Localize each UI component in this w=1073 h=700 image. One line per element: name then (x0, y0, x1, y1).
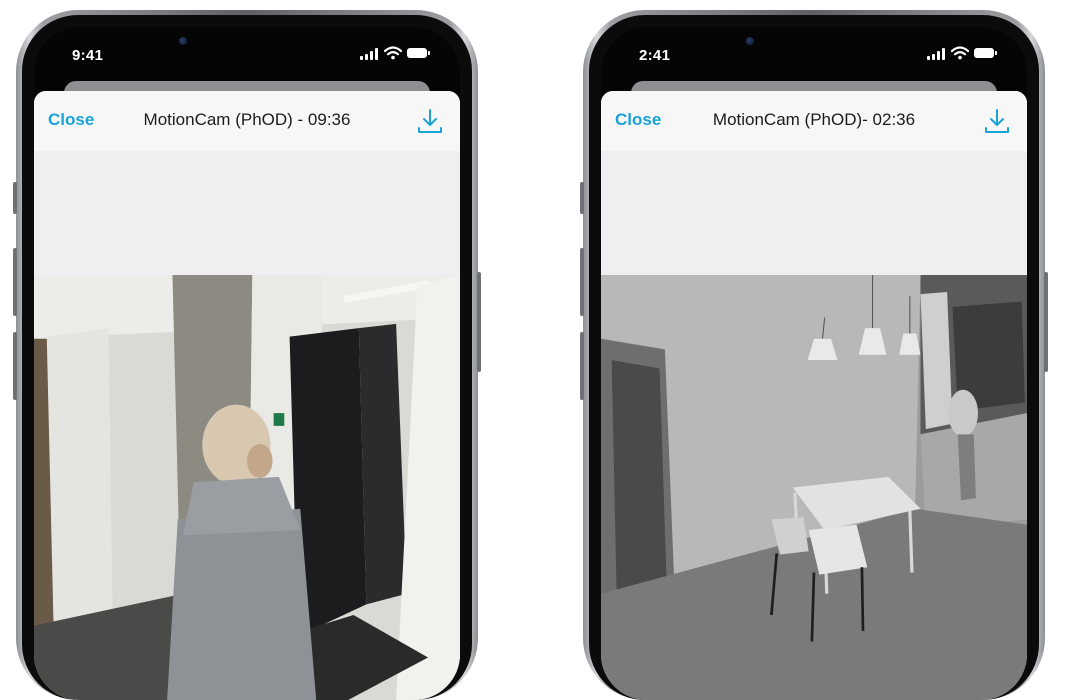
status-time: 2:41 (639, 47, 671, 64)
download-icon[interactable] (983, 107, 1011, 135)
cellular-signal-icon (360, 48, 378, 60)
battery-icon (407, 48, 430, 58)
mute-switch (13, 182, 17, 214)
photo-title: MotionCam (PhOD)- 02:36 (712, 110, 916, 129)
photo-viewer-sheet: Close MotionCam (PhOD) - 09:36 (34, 91, 460, 700)
navigation-bar: Close MotionCam (PhOD) - 09:36 (34, 91, 460, 151)
motioncam-photo-hallway (34, 275, 460, 700)
phone-bezel: 2:41 Close MotionCam (PhOD)- 02:36 (589, 15, 1039, 700)
download-icon[interactable] (416, 107, 444, 135)
status-time: 9:41 (72, 47, 104, 64)
phone-screen: 9:41 Close MotionCam (PhOD) - 09:36 (34, 27, 460, 700)
system-icons (927, 46, 997, 61)
volume-down-button (13, 332, 17, 400)
side-button (477, 272, 481, 372)
photo-viewer-sheet: Close MotionCam (PhOD)- 02:36 (601, 91, 1027, 700)
battery-icon (974, 48, 997, 58)
cellular-signal-icon (927, 48, 945, 60)
mute-switch (580, 182, 584, 214)
motioncam-photo-kitchen (601, 275, 1027, 700)
side-button (1044, 272, 1048, 372)
volume-up-button (580, 248, 584, 316)
photo-title: MotionCam (PhOD) - 09:36 (143, 110, 351, 129)
wifi-icon (951, 46, 969, 60)
volume-down-button (580, 332, 584, 400)
front-camera-icon (746, 37, 754, 45)
front-camera-icon (179, 37, 187, 45)
volume-up-button (13, 248, 17, 316)
phone-bezel: 9:41 Close MotionCam (PhOD) - 09:36 (22, 15, 472, 700)
status-bar: 2:41 (601, 27, 1027, 79)
wifi-icon (384, 46, 402, 60)
system-icons (360, 46, 430, 61)
phone-frame-left: 9:41 Close MotionCam (PhOD) - 09:36 (13, 10, 481, 700)
phone-frame-right: 2:41 Close MotionCam (PhOD)- 02:36 (580, 10, 1048, 700)
status-bar: 9:41 (34, 27, 460, 79)
navigation-bar: Close MotionCam (PhOD)- 02:36 (601, 91, 1027, 151)
phone-screen: 2:41 Close MotionCam (PhOD)- 02:36 (601, 27, 1027, 700)
